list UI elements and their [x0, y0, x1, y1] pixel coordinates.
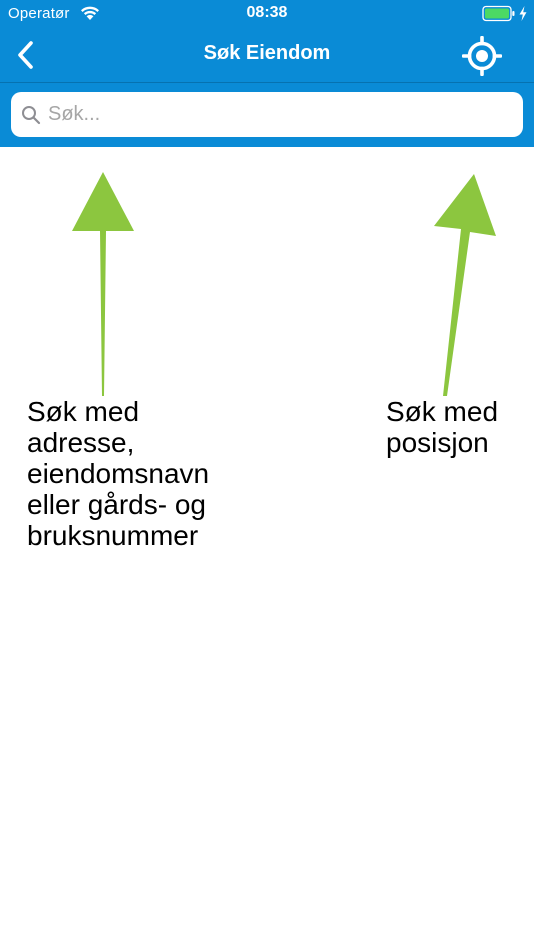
search-bar[interactable]	[11, 92, 523, 137]
battery-icon	[482, 5, 515, 22]
arrow-up-icon	[434, 174, 496, 396]
app-screen: Operatør 08:38 Søk Eiendom Søk... Søk me…	[0, 0, 534, 950]
status-time: 08:38	[246, 4, 288, 21]
hint-search-address: Søk med adresse, eiendomsnavn eller gård…	[27, 396, 210, 551]
crosshair-location-icon	[462, 36, 502, 76]
hint-search-position: Søk med posisjon	[386, 396, 499, 458]
arrow-up-icon	[72, 172, 134, 396]
charging-bolt-icon	[519, 6, 527, 21]
page-title: Søk Eiendom	[203, 42, 331, 64]
search-icon	[22, 105, 41, 124]
locate-position-button[interactable]	[460, 34, 504, 78]
search-input[interactable]	[48, 94, 518, 135]
navigation-bar: Søk Eiendom	[0, 28, 534, 82]
nav-divider	[0, 82, 534, 83]
header-area: Operatør 08:38 Søk Eiendom	[0, 0, 534, 147]
status-bar: Operatør 08:38	[0, 0, 534, 28]
